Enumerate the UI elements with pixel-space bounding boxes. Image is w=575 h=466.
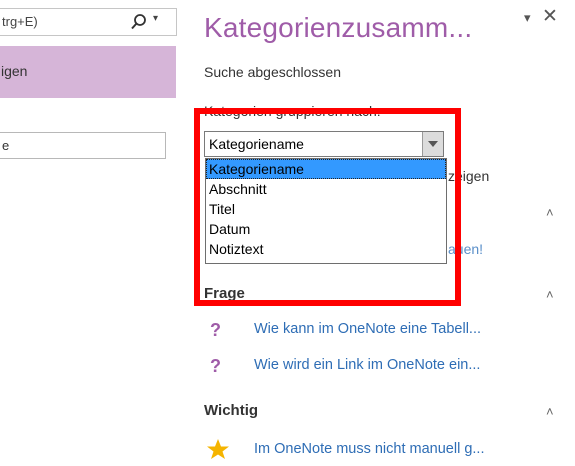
question-icon: ? — [210, 356, 221, 376]
note-link[interactable]: Im OneNote muss nicht manuell g... — [254, 441, 485, 457]
search-status: Suche abgeschlossen — [204, 64, 341, 80]
pane-options-dropdown[interactable]: ▾ — [524, 10, 531, 26]
left-pane: trg+E) ▾ igen e — [0, 0, 186, 466]
note-link[interactable]: Wie kann im OneNote eine Tabell... — [254, 321, 481, 337]
close-icon[interactable]: ✕ — [542, 5, 558, 28]
selected-left-item[interactable]: igen — [0, 46, 176, 98]
search-box[interactable]: trg+E) ▾ — [0, 8, 177, 36]
tagged-note-item[interactable]: ? Wie kann im OneNote eine Tabell... — [210, 320, 570, 342]
search-icon[interactable] — [130, 13, 150, 31]
tagged-note-item[interactable]: ? Wie wird ein Link im OneNote ein... — [210, 356, 570, 378]
pane-title: Kategorienzusamm... — [204, 12, 473, 43]
note-link[interactable]: Wie wird ein Link im OneNote ein... — [254, 357, 480, 373]
search-scope-dropdown[interactable]: ▾ — [153, 13, 158, 24]
search-shortcut-text: trg+E) — [2, 14, 38, 29]
highlight-annotation-frame — [194, 108, 461, 306]
section-collapse-icon[interactable]: ˄ — [546, 404, 554, 419]
left-text-field[interactable]: e — [0, 132, 166, 159]
tagged-note-item[interactable]: Im OneNote muss nicht manuell g... — [207, 439, 570, 462]
section-title-wichtig: Wichtig — [204, 402, 259, 419]
collapse-icon[interactable]: ˄ — [546, 205, 554, 220]
star-icon — [207, 439, 229, 459]
left-text-field-value: e — [2, 138, 10, 153]
question-icon: ? — [210, 320, 221, 340]
selected-left-item-label: igen — [1, 63, 28, 79]
section-collapse-icon[interactable]: ˄ — [546, 287, 554, 302]
